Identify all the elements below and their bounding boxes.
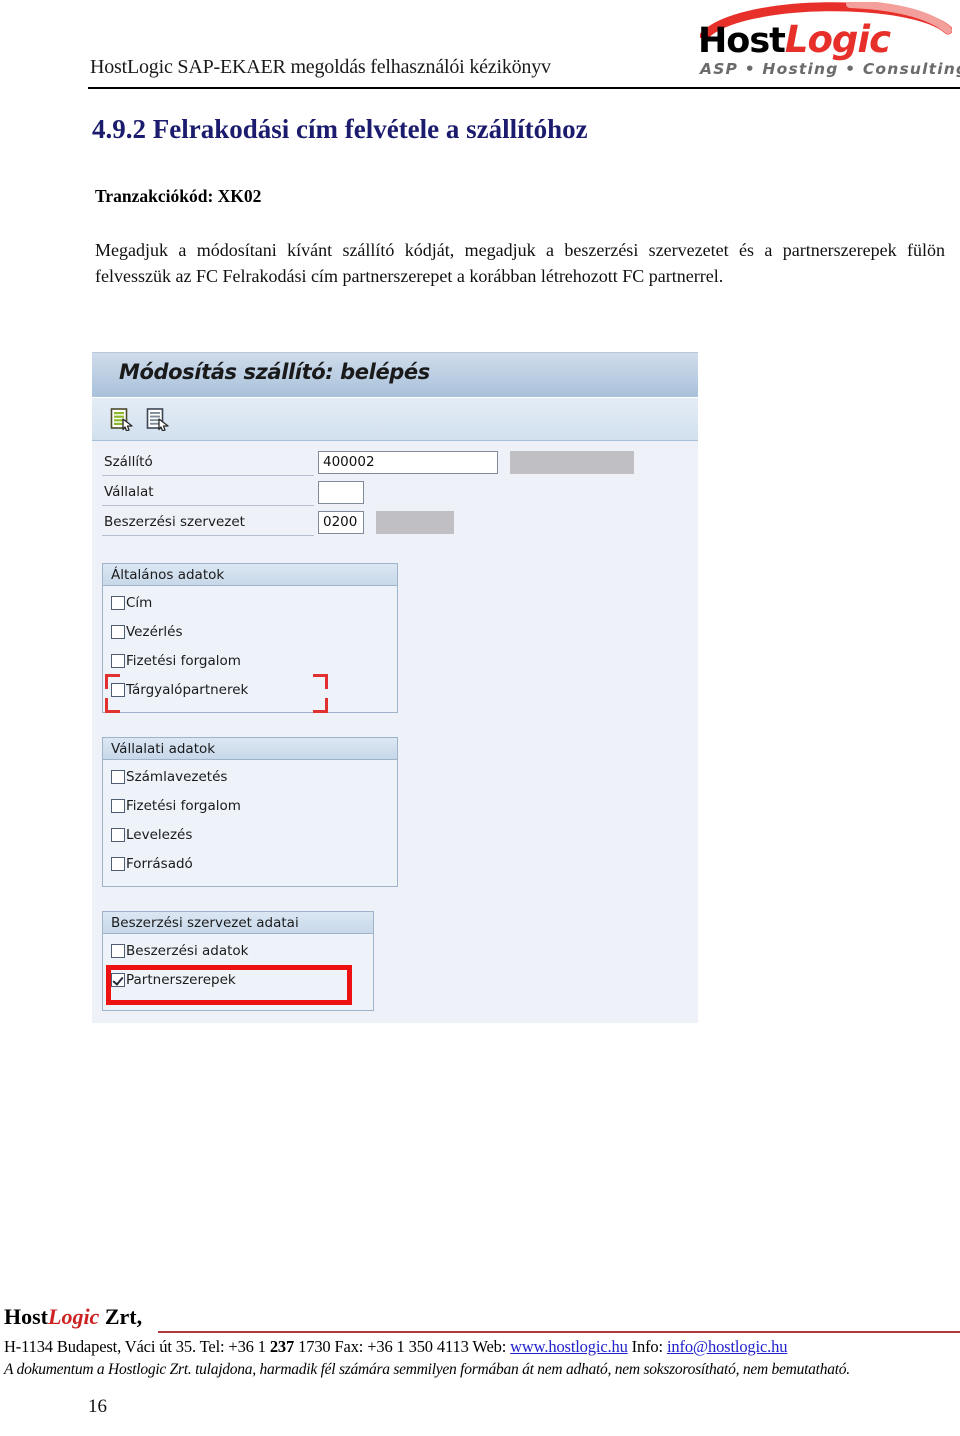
checkbox-label-beszerzesi-adatok: Beszerzési adatok bbox=[126, 943, 249, 959]
selection-bracket-bottom-left-icon bbox=[105, 698, 120, 713]
create-document-green-icon[interactable] bbox=[110, 407, 134, 432]
selection-bracket-top-right-icon bbox=[313, 674, 328, 689]
field-label-company: Vállalat bbox=[104, 484, 154, 500]
checkbox-row-targyalopartnerek[interactable]: Tárgyalópartnerek bbox=[111, 681, 248, 703]
intro-paragraph: Megadjuk a módosítani kívánt szállító kó… bbox=[95, 240, 945, 286]
groupbox-general-data: Általános adatok Cím Vezérlés Fizetési f… bbox=[102, 563, 398, 713]
groupbox-title-general-data: Általános adatok bbox=[111, 567, 225, 583]
footer-email-link[interactable]: info@hostlogic.hu bbox=[667, 1337, 788, 1356]
purchasing-org-description-swatch bbox=[376, 511, 454, 534]
checkbox-row-fizetesi-forgalom-2[interactable]: Fizetési forgalom bbox=[111, 797, 241, 819]
hostlogic-logo: HostLogic ASP • Hosting • Consulting bbox=[690, 2, 960, 86]
field-label-purchasing-org: Beszerzési szervezet bbox=[104, 514, 245, 530]
field-label-supplier: Szállító bbox=[104, 454, 153, 470]
selection-bracket-top-left-icon bbox=[105, 674, 120, 689]
groupbox-header: Vállalati adatok bbox=[103, 738, 397, 760]
footer-info-label: Info: bbox=[627, 1337, 667, 1356]
field-label-underline bbox=[102, 505, 314, 506]
footer-brand: HostLogic Zrt, bbox=[4, 1304, 142, 1330]
checkbox-row-levelezes[interactable]: Levelezés bbox=[111, 826, 192, 848]
sap-window-title: Módosítás szállító: belépés bbox=[119, 360, 430, 384]
footer-contact-address: H-1134 Budapest, Váci út 35. Tel: +36 1 bbox=[4, 1337, 270, 1356]
checkbox-label-vezerles: Vezérlés bbox=[126, 624, 183, 640]
purchasing-org-input[interactable]: 0200 bbox=[318, 511, 364, 534]
logo-wordmark: HostLogic bbox=[698, 21, 956, 61]
checkbox-label-fizetesi-forgalom-2: Fizetési forgalom bbox=[126, 798, 241, 814]
footer-phone-bold-segment: 237 bbox=[269, 1337, 295, 1356]
checkbox-label-cim: Cím bbox=[126, 595, 153, 611]
checkbox-row-beszerzesi-adatok[interactable]: Beszerzési adatok bbox=[111, 942, 249, 964]
checkbox-levelezes[interactable] bbox=[111, 828, 125, 842]
checkbox-forrasado[interactable] bbox=[111, 857, 125, 871]
checkbox-row-forrasado[interactable]: Forrásadó bbox=[111, 855, 193, 877]
page-header: HostLogic SAP-EKAER megoldás felhasználó… bbox=[0, 0, 960, 100]
page-footer: HostLogic Zrt, H-1134 Budapest, Váci út … bbox=[0, 1296, 960, 1436]
field-label-underline bbox=[102, 475, 314, 476]
logo-logic-text: Logic bbox=[784, 18, 891, 61]
transaction-code-line: Tranzakciókód: XK02 bbox=[95, 186, 262, 206]
checkbox-row-cim[interactable]: Cím bbox=[111, 594, 152, 616]
checkbox-vezerles[interactable] bbox=[111, 625, 125, 639]
footer-divider-rule bbox=[158, 1331, 960, 1333]
annotation-highlight-partnerszerepek bbox=[106, 965, 352, 1005]
footer-brand-host: Host bbox=[4, 1304, 48, 1329]
document-running-title: HostLogic SAP-EKAER megoldás felhasználó… bbox=[90, 56, 551, 78]
page-number: 16 bbox=[88, 1396, 107, 1417]
checkbox-cim[interactable] bbox=[111, 596, 125, 610]
footer-brand-suffix: Zrt, bbox=[99, 1304, 143, 1329]
sap-screenshot-figure: Módosítás szállító: belépés Szállító 400… bbox=[92, 352, 698, 1023]
footer-brand-logic: Logic bbox=[48, 1304, 100, 1329]
footer-contact-mid: 1730 Fax: +36 1 350 4113 Web: bbox=[294, 1337, 511, 1356]
groupbox-title-company-data: Vállalati adatok bbox=[111, 741, 216, 757]
checkbox-fizetesi-forgalom[interactable] bbox=[111, 654, 125, 668]
groupbox-header: Általános adatok bbox=[103, 564, 397, 586]
checkbox-label-forrasado: Forrásadó bbox=[126, 856, 193, 872]
checkbox-beszerzesi-adatok[interactable] bbox=[111, 944, 125, 958]
sap-title-bar: Módosítás szállító: belépés bbox=[92, 353, 698, 398]
logo-host-text: Host bbox=[698, 21, 786, 61]
checkbox-row-fizetesi-forgalom[interactable]: Fizetési forgalom bbox=[111, 652, 241, 674]
logo-tagline: ASP • Hosting • Consulting bbox=[700, 60, 960, 78]
sap-form-body: Szállító 400002 Vállalat Beszerzési szer… bbox=[92, 441, 698, 1023]
groupbox-title-purchasing-org-data: Beszerzési szervezet adatai bbox=[111, 915, 299, 931]
groupbox-header: Beszerzési szervezet adatai bbox=[103, 912, 373, 934]
footer-contact-line: H-1134 Budapest, Váci út 35. Tel: +36 1 … bbox=[4, 1337, 956, 1357]
checkbox-label-fizetesi-forgalom: Fizetési forgalom bbox=[126, 653, 241, 669]
checkbox-label-targyalopartnerek: Tárgyalópartnerek bbox=[126, 682, 249, 698]
form-row-supplier: Szállító 400002 bbox=[92, 451, 698, 479]
company-input[interactable] bbox=[318, 481, 364, 504]
footer-disclaimer: A dokumentum a Hostlogic Zrt. tulajdona,… bbox=[4, 1361, 850, 1378]
checkbox-label-levelezes: Levelezés bbox=[126, 827, 193, 843]
form-row-company: Vállalat bbox=[92, 481, 698, 509]
form-row-purchasing-org: Beszerzési szervezet 0200 bbox=[92, 511, 698, 539]
field-label-underline bbox=[102, 535, 314, 536]
display-document-gray-icon[interactable] bbox=[146, 407, 170, 432]
checkbox-label-szamlavezetes: Számlavezetés bbox=[126, 769, 228, 785]
header-divider-rule bbox=[88, 87, 960, 89]
footer-website-link[interactable]: www.hostlogic.hu bbox=[510, 1337, 628, 1356]
checkbox-fizetesi-forgalom-2[interactable] bbox=[111, 799, 125, 813]
checkbox-row-vezerles[interactable]: Vezérlés bbox=[111, 623, 183, 645]
checkbox-szamlavezetes[interactable] bbox=[111, 770, 125, 784]
groupbox-company-data: Vállalati adatok Számlavezetés Fizetési … bbox=[102, 737, 398, 887]
supplier-input[interactable]: 400002 bbox=[318, 451, 498, 474]
sap-toolbar bbox=[92, 398, 698, 441]
section-heading: 4.9.2 Felrakodási cím felvétele a szállí… bbox=[92, 114, 588, 144]
checkbox-row-szamlavezetes[interactable]: Számlavezetés bbox=[111, 768, 227, 790]
supplier-description-swatch bbox=[510, 451, 634, 474]
selection-bracket-bottom-right-icon bbox=[313, 698, 328, 713]
